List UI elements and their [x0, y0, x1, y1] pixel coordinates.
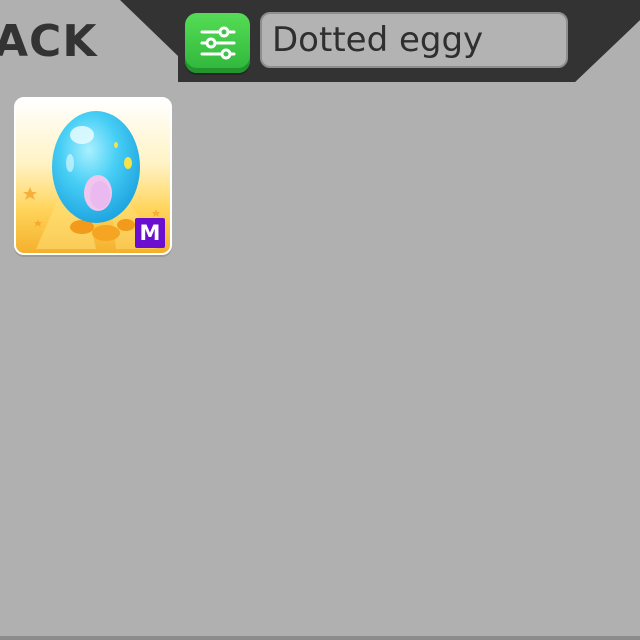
inventory-screen: ACK Dotted eggy M: [0, 0, 640, 640]
back-button-label[interactable]: ACK: [0, 14, 97, 70]
bottom-divider: [0, 636, 640, 640]
rarity-badge: M: [135, 218, 165, 248]
search-box[interactable]: [260, 12, 568, 68]
inventory-item-slot[interactable]: M: [14, 97, 172, 255]
sliders-icon: [200, 26, 235, 60]
filter-button[interactable]: [185, 13, 250, 73]
search-input[interactable]: [272, 20, 556, 60]
